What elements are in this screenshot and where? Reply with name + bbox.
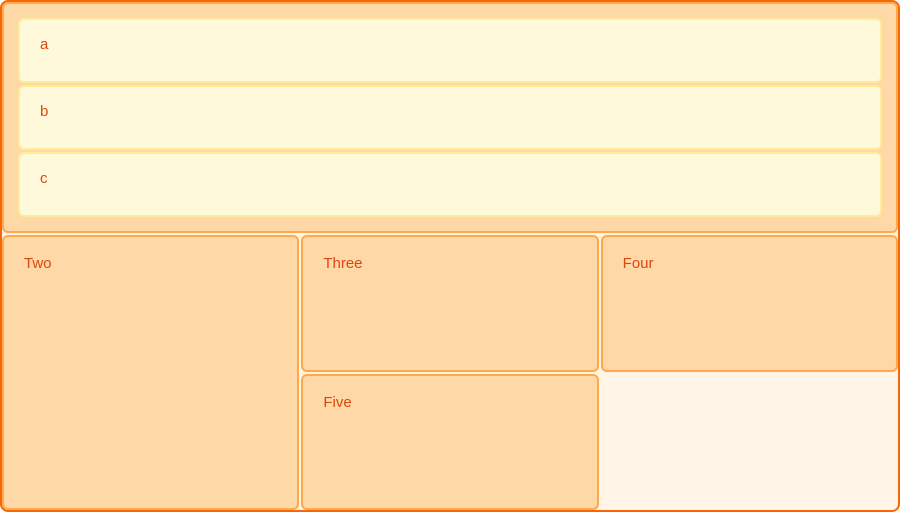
grid-wrapper: a b c Two Three Four Five [0,0,900,512]
nested-item-b: b [18,85,882,150]
nested-item-a: a [18,18,882,83]
box-three: Three [301,235,598,371]
box-two: Two [2,235,299,510]
nested-item-c: c [18,152,882,217]
box-one: a b c [2,2,898,233]
box-five: Five [301,374,598,510]
box-four: Four [601,235,898,371]
